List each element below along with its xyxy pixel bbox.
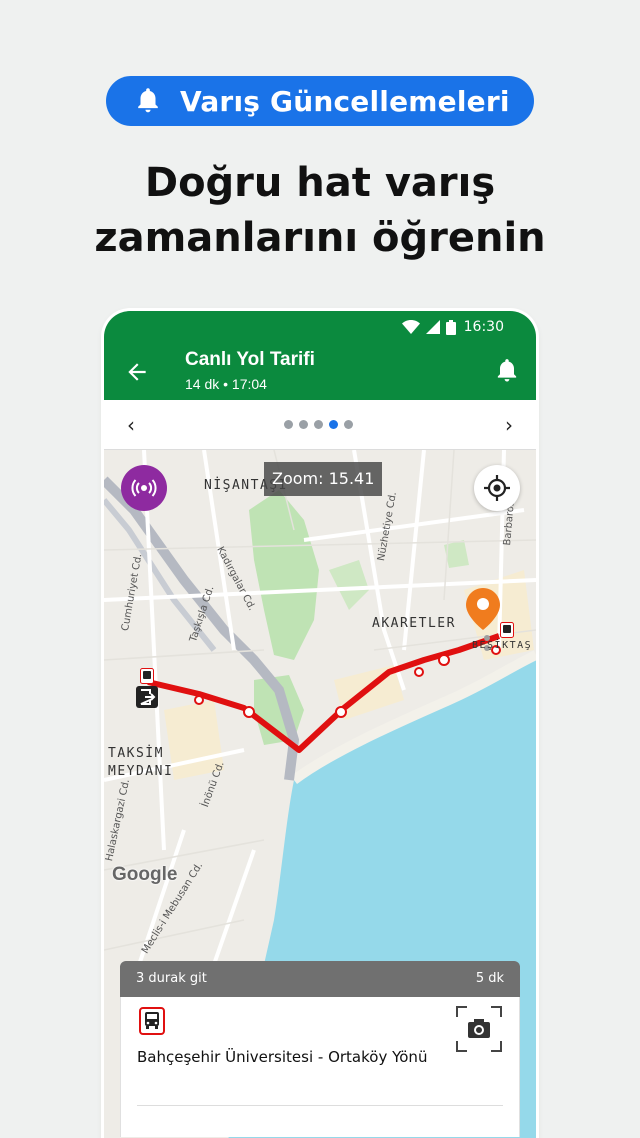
headline-line-1: Doğru hat varış (144, 160, 496, 206)
battery-icon (446, 320, 456, 335)
status-icons (402, 320, 456, 335)
crosshair-icon (484, 475, 510, 501)
page-indicator (284, 420, 353, 429)
app-bar-title: Canlı Yol Tarifi (185, 349, 315, 370)
google-attribution: Google (112, 864, 178, 885)
live-broadcast-icon[interactable] (121, 465, 167, 511)
duration-label: 5 dk (475, 971, 504, 986)
bus-icon (139, 1007, 165, 1035)
headline-line-2: zamanlarını öğrenin (94, 215, 546, 261)
page-dot[interactable] (284, 420, 293, 429)
map-label-meydani: MEYDANI (108, 764, 174, 779)
camera-icon[interactable] (455, 1005, 503, 1053)
bell-icon[interactable] (494, 357, 522, 385)
page-dot-active[interactable] (329, 420, 338, 429)
page-dot[interactable] (299, 420, 308, 429)
chevron-left-icon[interactable]: ‹ (118, 412, 144, 438)
divider (137, 1105, 503, 1106)
zoom-level-badge: Zoom: 15.41 (264, 462, 383, 496)
page-dot[interactable] (344, 420, 353, 429)
map-label-taksim: TAKSİM (108, 746, 164, 761)
bus-stop-icon (500, 622, 514, 638)
app-bar: Canlı Yol Tarifi 14 dk • 17:04 (104, 345, 536, 400)
destination-pin-icon[interactable] (466, 588, 500, 630)
status-bar: 16:30 (104, 311, 536, 345)
my-location-button[interactable] (474, 465, 520, 511)
back-arrow-icon[interactable] (124, 359, 150, 385)
headline: Doğru hat varış zamanlarını öğrenin (0, 156, 640, 266)
exit-icon (136, 686, 158, 708)
stop-card[interactable]: Bahçeşehir Üniversitesi - Ortaköy Yönü (120, 997, 520, 1137)
signal-icon (426, 320, 440, 334)
bell-icon (128, 81, 168, 121)
page-dot[interactable] (314, 420, 323, 429)
chevron-right-icon[interactable]: › (496, 412, 522, 438)
map-label-akaretler: AKARETLER (372, 616, 456, 631)
app-bar-subtitle: 14 dk • 17:04 (185, 376, 267, 392)
step-pager: ‹ › (104, 400, 536, 450)
sheet-header: 3 durak git 5 dk (120, 961, 520, 997)
phone-frame: 16:30 Canlı Yol Tarifi 14 dk • 17:04 ‹ › (104, 311, 536, 1138)
bus-stop-icon (140, 668, 154, 684)
feature-pill-label: Varış Güncellemeleri (180, 84, 510, 118)
map-label-besiktas: BEŞİKTAŞ (472, 640, 533, 651)
stop-name: Bahçeşehir Üniversitesi - Ortaköy Yönü (137, 1048, 428, 1066)
stops-to-go: 3 durak git (136, 971, 207, 986)
status-time: 16:30 (463, 319, 504, 335)
feature-pill: Varış Güncellemeleri (106, 76, 534, 126)
wifi-icon (402, 320, 420, 334)
